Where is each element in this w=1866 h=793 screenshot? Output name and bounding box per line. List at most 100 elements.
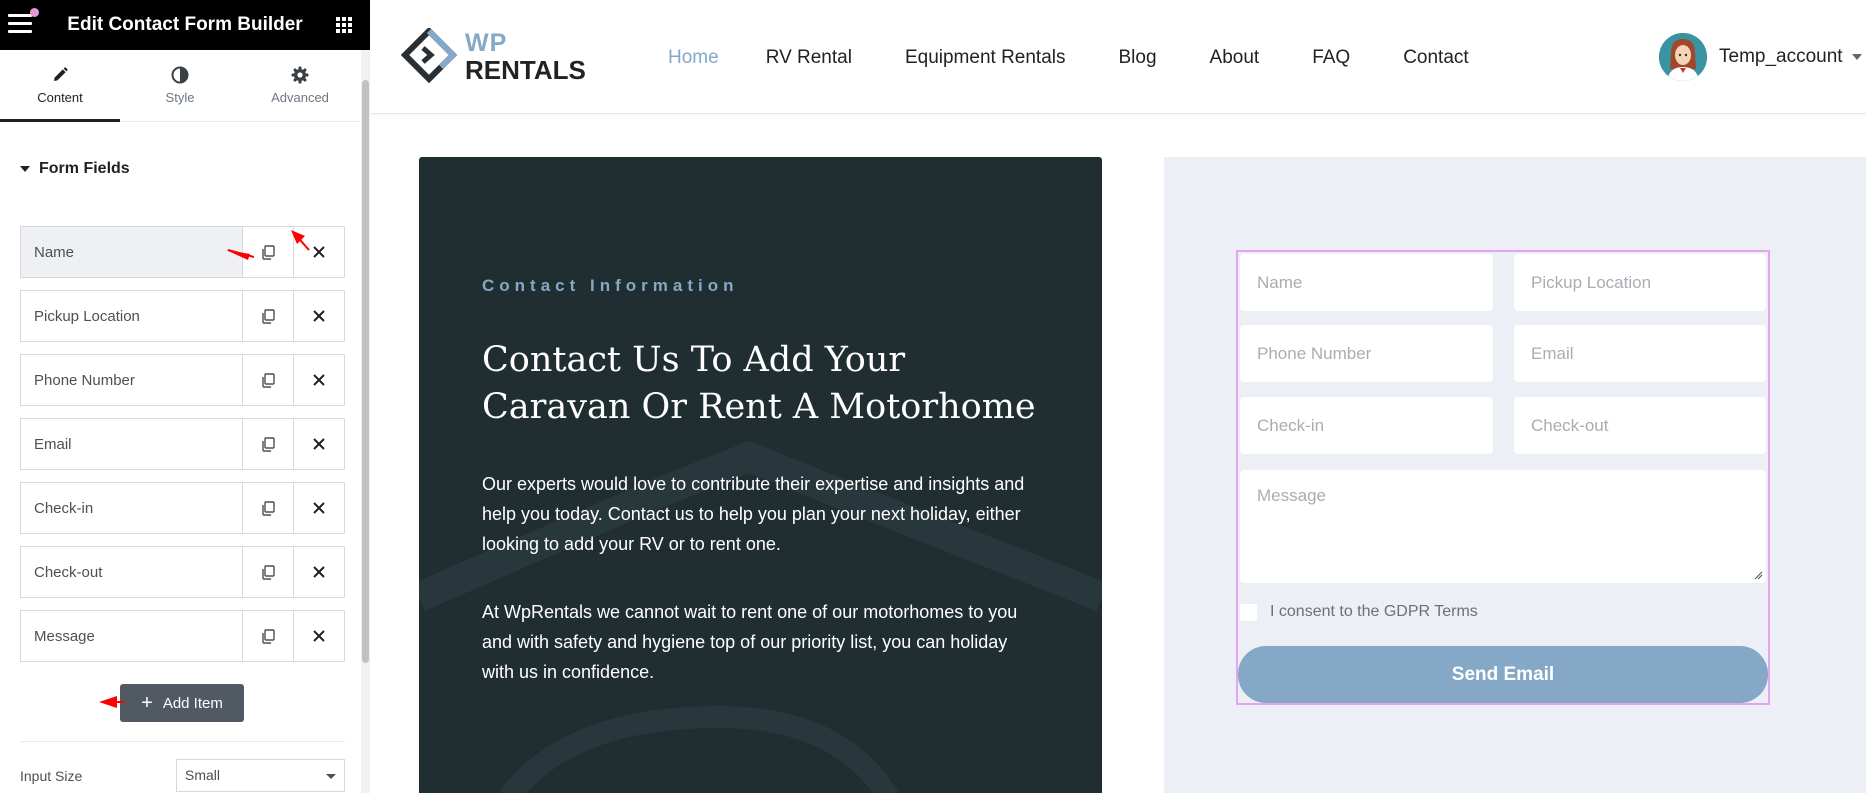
nav-contact[interactable]: Contact [1403, 47, 1468, 69]
resize-handle-icon[interactable] [1754, 571, 1763, 580]
field-row-label[interactable]: Check-out [21, 547, 242, 597]
nav-faq[interactable]: FAQ [1312, 47, 1350, 69]
field-row-label[interactable]: Pickup Location [21, 291, 242, 341]
widgets-grid-icon[interactable] [336, 17, 352, 33]
contact-eyebrow: Contact Information [482, 276, 739, 295]
remove-button[interactable] [293, 419, 344, 469]
remove-button[interactable] [293, 483, 344, 533]
annotation-arrow-icon [291, 230, 310, 251]
tab-content-label: Content [37, 90, 83, 105]
field-row-label[interactable]: Name [21, 227, 242, 277]
close-icon [313, 566, 325, 578]
duplicate-icon [262, 372, 275, 388]
remove-button[interactable] [293, 291, 344, 341]
contact-paragraph-2: At WpRentals we cannot wait to rent one … [482, 602, 1018, 682]
nav-about[interactable]: About [1210, 47, 1260, 69]
panel-title: Edit Contact Form Builder [67, 14, 303, 35]
divider [20, 741, 345, 742]
site-header: WP RENTALS Home RV Rental Equipment Rent… [371, 0, 1866, 114]
contact-headline: Contact Us To Add Your Caravan Or Rent A… [482, 340, 1036, 427]
add-item-label: Add Item [162, 694, 223, 712]
field-row-pickup-location: Pickup Location [20, 290, 345, 342]
account-name: Temp_account [1719, 46, 1843, 67]
duplicate-icon [262, 436, 275, 452]
gdpr-consent: I consent to the GDPR Terms [1240, 603, 1478, 621]
message-textarea[interactable]: Message [1240, 470, 1766, 583]
chevron-down-icon [1851, 54, 1862, 60]
panel-scrollbar[interactable] [361, 50, 370, 793]
caret-down-icon [20, 166, 30, 172]
account-menu[interactable]: Temp_account [1659, 33, 1862, 81]
duplicate-button[interactable] [242, 291, 293, 341]
duplicate-button[interactable] [242, 419, 293, 469]
duplicate-icon [262, 308, 275, 324]
logo-line2: RENTALS [465, 55, 586, 85]
remove-button[interactable] [293, 611, 344, 661]
input-size-label: Input Size [20, 768, 83, 784]
contact-paragraph-1: Our experts would love to contribute the… [482, 474, 1025, 554]
gear-icon [291, 66, 309, 84]
field-row-label[interactable]: Phone Number [21, 355, 242, 405]
logo-text: WP RENTALS [465, 29, 586, 85]
field-row-email: Email [20, 418, 345, 470]
nav-equipment-rentals[interactable]: Equipment Rentals [905, 47, 1066, 69]
pickup-location-input[interactable]: Pickup Location [1514, 254, 1766, 311]
input-size-value: Small [185, 767, 221, 783]
duplicate-button[interactable] [242, 355, 293, 405]
tab-advanced-label: Advanced [271, 90, 329, 105]
phone-number-input[interactable]: Phone Number [1240, 325, 1493, 382]
field-row-message: Message [20, 610, 345, 662]
tab-style[interactable]: Style [120, 50, 240, 121]
duplicate-button[interactable] [242, 611, 293, 661]
tab-advanced[interactable]: Advanced [240, 50, 360, 121]
logo-line1: WP [465, 29, 508, 57]
input-size-select[interactable]: Small [176, 759, 345, 792]
field-row-check-out: Check-out [20, 546, 345, 598]
field-row-label[interactable]: Message [21, 611, 242, 661]
duplicate-button[interactable] [242, 483, 293, 533]
site-preview: WP RENTALS Home RV Rental Equipment Rent… [371, 0, 1866, 793]
form-fields-list: Name Pickup Location Phone Number Email … [20, 226, 345, 674]
scrollbar-thumb[interactable] [362, 80, 369, 663]
email-input[interactable]: Email [1514, 325, 1766, 382]
duplicate-icon [262, 564, 275, 580]
avatar [1659, 33, 1707, 81]
field-row-label[interactable]: Check-in [21, 483, 242, 533]
pencil-icon [54, 67, 68, 81]
section-title-label: Form Fields [39, 160, 130, 177]
close-icon [313, 630, 325, 642]
panel-header: Edit Contact Form Builder [0, 0, 370, 50]
duplicate-icon [262, 244, 275, 260]
nav-rv-rental[interactable]: RV Rental [766, 47, 852, 69]
close-icon [313, 438, 325, 450]
editor-panel: Edit Contact Form Builder Content Style … [0, 0, 370, 793]
contact-info-card: Contact Information Contact Us To Add Yo… [419, 157, 1102, 793]
name-input[interactable]: Name [1240, 254, 1493, 311]
check-out-input[interactable]: Check-out [1514, 397, 1766, 454]
close-icon [313, 374, 325, 386]
main-nav: Home RV Rental Equipment Rentals Blog Ab… [668, 47, 1469, 69]
tab-style-label: Style [165, 90, 195, 105]
nav-home[interactable]: Home [668, 47, 719, 69]
duplicate-button[interactable] [242, 547, 293, 597]
tab-content[interactable]: Content [0, 50, 120, 122]
close-icon [313, 310, 325, 322]
plus-icon: + [141, 692, 153, 714]
add-item-button[interactable]: + Add Item [120, 684, 244, 722]
nav-blog[interactable]: Blog [1119, 47, 1157, 69]
half-circle-icon [171, 66, 189, 84]
chevron-down-icon [326, 774, 336, 779]
annotation-arrow-icon [99, 696, 125, 708]
field-row-check-in: Check-in [20, 482, 345, 534]
field-row-label[interactable]: Email [21, 419, 242, 469]
remove-button[interactable] [293, 547, 344, 597]
logo-mark-icon [401, 28, 457, 84]
gdpr-checkbox[interactable] [1240, 603, 1257, 621]
close-icon [313, 502, 325, 514]
check-in-input[interactable]: Check-in [1240, 397, 1493, 454]
send-email-button[interactable]: Send Email [1238, 646, 1768, 703]
form-fields-section-toggle[interactable]: Form Fields [20, 160, 130, 178]
duplicate-icon [262, 500, 275, 516]
site-logo[interactable]: WP RENTALS [401, 28, 586, 86]
remove-button[interactable] [293, 355, 344, 405]
